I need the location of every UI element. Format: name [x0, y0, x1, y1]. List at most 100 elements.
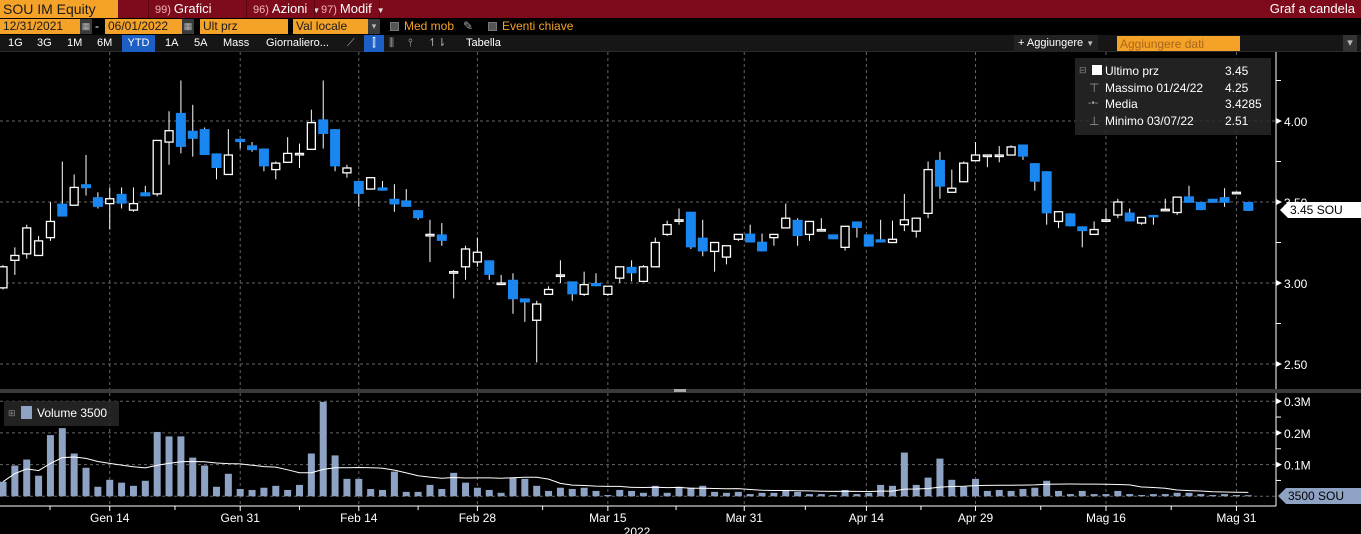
candle-down: [116, 193, 127, 204]
x-tick-label: Gen 31: [221, 511, 261, 525]
legend-label: Ultimo prz: [1105, 64, 1160, 78]
volume-bar: [592, 490, 600, 497]
volume-bar: [983, 490, 991, 497]
volume-bar: [770, 492, 778, 497]
volume-bar: [153, 431, 161, 497]
volume-bar: [734, 491, 742, 497]
volume-bar: [639, 492, 647, 497]
legend-value: 4.25: [1225, 81, 1249, 95]
expand-icon[interactable]: ⊞: [8, 405, 16, 421]
candle-up: [425, 233, 435, 237]
volume-bar: [521, 478, 529, 497]
volume-bar: [1138, 495, 1146, 497]
candle-up: [781, 217, 791, 229]
candle-down: [258, 148, 269, 167]
volume-bar: [118, 482, 126, 497]
volume-bar: [236, 489, 244, 497]
volume-bar: [1114, 490, 1122, 497]
candle-down: [1077, 226, 1088, 232]
candle-up: [1101, 219, 1111, 222]
volume-bar: [1197, 494, 1205, 497]
collapse-icon[interactable]: ⊟: [1079, 62, 1087, 78]
volume-bar: [1209, 495, 1217, 497]
volume-bar: [390, 471, 398, 497]
candle-up: [579, 283, 589, 295]
candle-up: [923, 168, 933, 214]
candle-up: [733, 233, 743, 240]
candle-down: [685, 211, 696, 248]
volume-bar: [58, 428, 66, 497]
volume-tick-arrow: [1276, 429, 1282, 436]
volume-bar: [331, 455, 339, 497]
volume-bar: [936, 458, 944, 497]
legend-label: Massimo 01/24/22: [1105, 81, 1204, 95]
candle-up: [674, 219, 684, 222]
volume-bar: [948, 479, 956, 497]
candle-up: [33, 240, 44, 257]
volume-bar: [853, 494, 861, 497]
x-tick-label: Mar 15: [589, 511, 627, 525]
volume-bar: [248, 489, 256, 497]
price-tick-arrow: [1276, 280, 1282, 286]
x-tick-label: Gen 14: [90, 511, 130, 525]
candle-down: [828, 234, 839, 240]
volume-bar: [106, 479, 114, 497]
candle-up: [638, 266, 649, 283]
candle-up: [1113, 201, 1123, 216]
volume-bar: [343, 478, 351, 497]
last-price-swatch-icon: [1092, 65, 1102, 75]
candle-up: [472, 251, 483, 263]
candle-down: [484, 260, 495, 275]
x-tick-label: Feb 28: [459, 511, 497, 525]
volume-tick-label: 0.1M: [1284, 459, 1311, 473]
volume-bar: [367, 489, 375, 497]
x-tick-label: Mag 31: [1216, 511, 1256, 525]
candle-up: [1006, 146, 1016, 156]
volume-bar: [82, 467, 90, 497]
volume-bar: [296, 484, 303, 497]
volume-bar: [272, 485, 280, 497]
volume-bar: [699, 485, 707, 497]
volume-tick-arrow: [1276, 398, 1282, 405]
pane-resize-handle: [674, 389, 686, 392]
year-label: 2022: [624, 525, 651, 534]
volume-bar: [177, 436, 185, 497]
candle-down: [92, 197, 103, 207]
candle-down: [626, 266, 637, 274]
candle-up: [1231, 191, 1242, 195]
volume-tick-label: 0.2M: [1284, 427, 1311, 441]
candle-up: [947, 187, 957, 193]
candle-down: [1148, 214, 1159, 218]
last-price-badge: 3.45 SOU IM: [1280, 202, 1361, 218]
volume-bar: [1066, 494, 1074, 497]
volume-bar: [497, 492, 505, 497]
volume-tick-arrow: [1276, 461, 1282, 468]
candle-up: [769, 233, 779, 239]
candle-down: [519, 298, 530, 303]
volume-bar: [545, 490, 553, 497]
volume-bar: [865, 492, 873, 497]
candle-up: [45, 220, 56, 239]
candle-down: [413, 210, 424, 219]
price-tick-label: 3.00: [1284, 277, 1308, 291]
price-tick-label: 4.00: [1284, 115, 1308, 129]
candle-up: [959, 162, 969, 183]
candle-up: [615, 266, 625, 279]
volume-bar: [414, 491, 422, 497]
volume-bar: [1078, 490, 1086, 497]
candle-down: [1243, 202, 1254, 211]
candle-down: [57, 203, 68, 217]
x-tick-label: Apr 14: [849, 511, 885, 525]
candle-up: [294, 152, 305, 156]
volume-bar: [1126, 494, 1134, 497]
volume-bar: [912, 484, 920, 497]
price-tick-arrow: [1276, 361, 1282, 367]
candle-up: [804, 220, 815, 236]
candle-down: [175, 112, 186, 147]
volume-bar: [307, 453, 315, 497]
volume-bar: [319, 401, 327, 497]
volume-bar: [794, 491, 802, 497]
candle-up: [496, 282, 506, 286]
candle-down: [591, 283, 601, 287]
candle-down: [1195, 202, 1206, 211]
